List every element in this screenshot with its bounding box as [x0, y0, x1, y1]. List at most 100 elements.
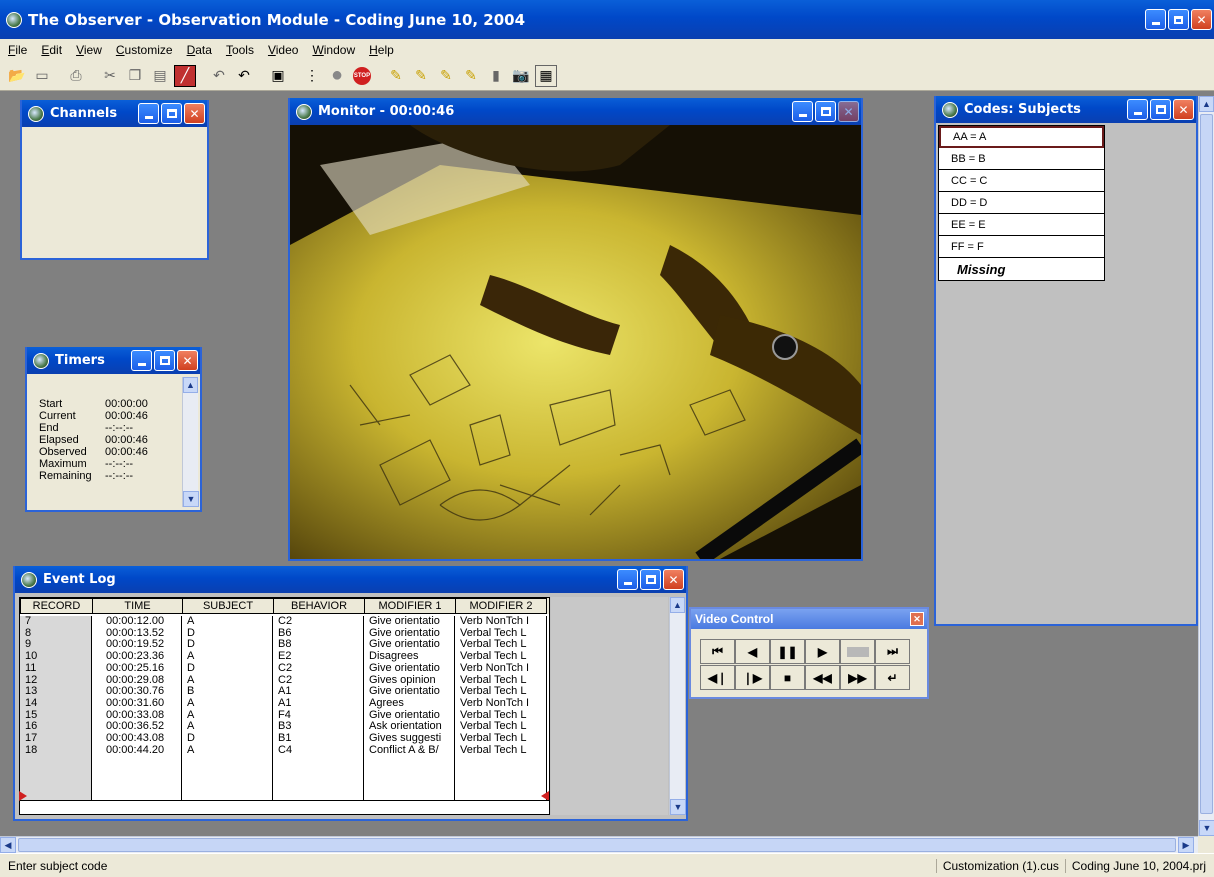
main-horizontal-scrollbar[interactable]: ◀ ▶	[0, 836, 1198, 853]
marker-1-icon[interactable]: ✎	[385, 65, 407, 87]
record-cell[interactable]: 7	[25, 616, 91, 628]
main-vertical-scrollbar[interactable]: ▲ ▼	[1198, 96, 1214, 836]
marker-3-icon[interactable]: ✎	[435, 65, 457, 87]
subject-cell[interactable]: B	[187, 686, 272, 698]
modifier-2-cell[interactable]: Verbal Tech L	[460, 732, 546, 745]
minimize-button[interactable]	[138, 103, 159, 124]
time-cell[interactable]: 00:00:31.60	[106, 697, 181, 710]
stop-button[interactable]: ■	[770, 665, 805, 690]
subject-cell[interactable]: A	[187, 744, 272, 757]
step-forward-button[interactable]: ❘▶	[735, 665, 770, 690]
go-to-end-button[interactable]: ⏭	[875, 639, 910, 664]
disabled-button[interactable]	[840, 639, 875, 664]
timers-scrollbar[interactable]: ▲ ▼	[182, 377, 199, 507]
subject-cell[interactable]: A	[187, 721, 272, 733]
modifier-2-cell[interactable]: Verb NonTch I	[460, 616, 546, 628]
close-button[interactable]: ✕	[910, 612, 924, 626]
maximize-button[interactable]	[815, 101, 836, 122]
subject-cell[interactable]: D	[187, 662, 272, 675]
close-button[interactable]: ✕	[1191, 9, 1212, 30]
code-item[interactable]: EE = E	[939, 214, 1104, 236]
behavior-cell[interactable]: C2	[278, 662, 363, 675]
menu-edit[interactable]: Edit	[41, 43, 62, 57]
menu-help[interactable]: Help	[369, 43, 394, 57]
subject-cell[interactable]: D	[187, 639, 272, 651]
scroll-right-arrow[interactable]: ▶	[1178, 837, 1194, 853]
scroll-down-arrow[interactable]: ▼	[1199, 820, 1214, 836]
time-cell[interactable]: 00:00:25.16	[106, 662, 181, 675]
column-header[interactable]: SUBJECT	[182, 598, 273, 614]
fast-forward-button[interactable]: ▶▶	[840, 665, 875, 690]
timers-window[interactable]: Timers ✕ Start 00:00:00 Current 00:00:46 E…	[25, 347, 202, 512]
code-item[interactable]: BB = B	[939, 148, 1104, 170]
go-to-start-button[interactable]: ⏮	[700, 639, 735, 664]
close-button[interactable]: ✕	[177, 350, 198, 371]
return-button[interactable]: ↵	[875, 665, 910, 690]
scroll-down-arrow[interactable]: ▼	[183, 491, 199, 507]
scroll-down-arrow[interactable]: ▼	[670, 799, 686, 815]
scroll-thumb[interactable]	[1200, 114, 1213, 814]
menu-view[interactable]: View	[76, 43, 102, 57]
code-item[interactable]: FF = F	[939, 236, 1104, 258]
channels-title-bar[interactable]: Channels ✕	[22, 100, 207, 127]
window-icon[interactable]: ▣	[267, 65, 289, 87]
copy-icon[interactable]: ❐	[124, 65, 146, 87]
code-item-missing[interactable]: Missing	[939, 258, 1104, 280]
behavior-cell[interactable]: A1	[278, 697, 363, 710]
scroll-left-arrow[interactable]: ◀	[0, 837, 16, 853]
record-cell[interactable]: 18	[25, 744, 91, 757]
close-button[interactable]: ✕	[184, 103, 205, 124]
column-header[interactable]: RECORD	[20, 598, 92, 614]
close-button[interactable]: ✕	[838, 101, 859, 122]
play-reverse-button[interactable]: ◀	[735, 639, 770, 664]
print-icon[interactable]: ⎙	[65, 65, 87, 87]
subject-cell[interactable]: A	[187, 650, 272, 663]
close-button[interactable]: ✕	[663, 569, 684, 590]
modifier-1-cell[interactable]: Give orientatio	[369, 616, 454, 628]
time-cell[interactable]: 00:00:43.08	[106, 732, 181, 745]
scroll-up-arrow[interactable]: ▲	[1199, 96, 1214, 112]
code-item[interactable]: DD = D	[939, 192, 1104, 214]
maximize-button[interactable]	[640, 569, 661, 590]
subject-cell[interactable]: A	[187, 674, 272, 687]
camera-icon[interactable]: 📷	[510, 65, 532, 87]
menu-data[interactable]: Data	[187, 43, 212, 57]
pause-button[interactable]: ❚❚	[770, 639, 805, 664]
restore-button[interactable]	[1168, 9, 1189, 30]
behavior-cell[interactable]: C4	[278, 744, 363, 757]
minimize-button[interactable]	[617, 569, 638, 590]
app-title-bar[interactable]: The Observer - Observation Module - Codi…	[0, 0, 1214, 39]
column-header[interactable]: MODIFIER 1	[364, 598, 455, 614]
record-cell[interactable]: 11	[25, 662, 91, 675]
rewind-button[interactable]: ◀◀	[805, 665, 840, 690]
play-button[interactable]: ▶	[805, 639, 840, 664]
minimize-button[interactable]	[1127, 99, 1148, 120]
event-log-window[interactable]: Event Log ✕ RECORD TIME SUBJECT BEHAVIOR…	[13, 566, 688, 821]
marker-5-icon[interactable]: ▮	[485, 65, 507, 87]
maximize-button[interactable]	[1150, 99, 1171, 120]
record-cell[interactable]: 17	[25, 732, 91, 745]
menu-window[interactable]: Window	[312, 43, 355, 57]
menu-tools[interactable]: Tools	[226, 43, 254, 57]
modifier-2-cell[interactable]: Verbal Tech L	[460, 744, 546, 757]
behavior-cell[interactable]: B1	[278, 732, 363, 745]
subject-cell[interactable]: D	[187, 732, 272, 745]
scroll-up-arrow[interactable]: ▲	[183, 377, 198, 393]
monitor-title-bar[interactable]: Monitor - 00:00:46 ✕	[290, 98, 861, 125]
code-item[interactable]: AA = A	[939, 126, 1104, 148]
record-cell[interactable]: 8	[25, 627, 91, 640]
channels-window[interactable]: Channels ✕	[20, 100, 209, 260]
minimize-button[interactable]	[1145, 9, 1166, 30]
undo-icon[interactable]: ↶	[208, 65, 230, 87]
subject-cell[interactable]: A	[187, 616, 272, 628]
time-cell[interactable]: 00:00:12.00	[106, 616, 181, 628]
subject-cell[interactable]: D	[187, 627, 272, 640]
time-cell[interactable]: 00:00:44.20	[106, 744, 181, 757]
event-log-scrollbar[interactable]: ▲ ▼	[669, 597, 686, 815]
maximize-button[interactable]	[154, 350, 175, 371]
codes-title-bar[interactable]: Codes: Subjects ✕	[936, 96, 1196, 123]
scroll-up-arrow[interactable]: ▲	[670, 597, 685, 613]
paste-icon[interactable]: ▤	[149, 65, 171, 87]
close-button[interactable]: ✕	[1173, 99, 1194, 120]
menu-customize[interactable]: Customize	[116, 43, 173, 57]
